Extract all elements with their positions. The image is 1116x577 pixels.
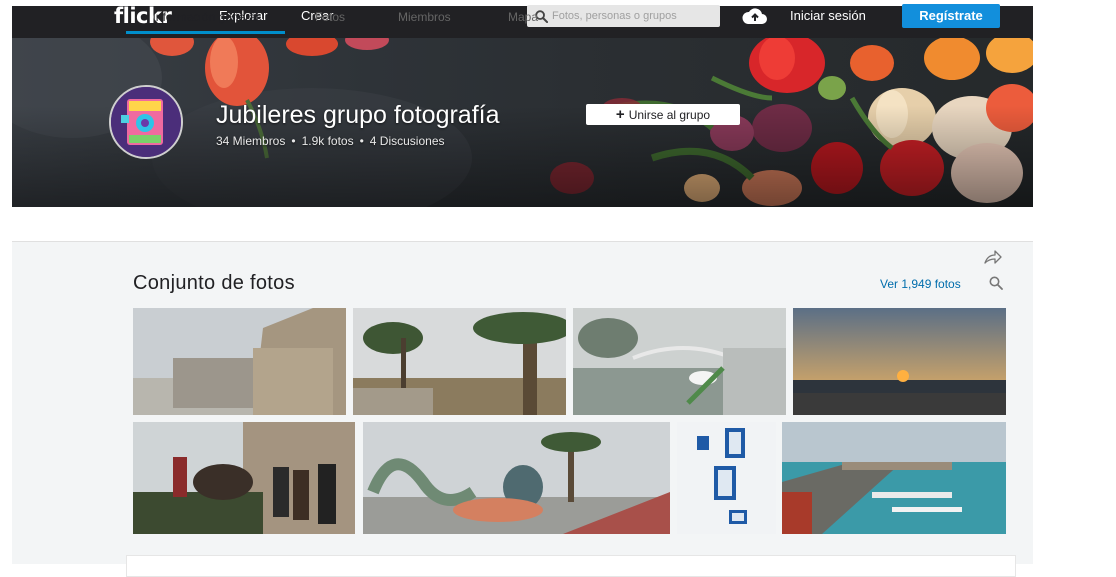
plus-icon: + (615, 106, 625, 123)
tab-overview[interactable]: Información general (126, 0, 285, 34)
upload-cloud-icon[interactable] (742, 7, 768, 25)
photo-thumbnail[interactable] (133, 422, 355, 534)
discussions-count[interactable]: 4 Discusiones (370, 134, 445, 148)
search-placeholder: Fotos, personas o grupos (552, 10, 677, 22)
photo-thumbnail[interactable] (363, 422, 670, 534)
register-button[interactable]: Regístrate (902, 4, 1000, 28)
tab-photos[interactable]: Fotos (315, 0, 345, 34)
photo-thumbnail[interactable] (573, 308, 786, 415)
photo-thumbnail[interactable] (353, 308, 566, 415)
search-input[interactable]: Fotos, personas o grupos (527, 5, 720, 27)
photo-thumbnail[interactable] (782, 422, 1006, 534)
photo-thumbnail[interactable] (793, 308, 1006, 415)
members-count[interactable]: 34 Miembros (216, 134, 285, 148)
photo-thumbnail[interactable] (133, 308, 346, 415)
stats-separator: • (359, 134, 364, 148)
search-icon[interactable] (989, 276, 1003, 290)
share-icon[interactable] (984, 249, 1002, 265)
tab-members[interactable]: Miembros (398, 0, 451, 34)
group-avatar (109, 85, 183, 159)
group-subnav (12, 207, 1033, 242)
group-stats: 34 Miembros • 1.9k fotos • 4 Discusiones (216, 134, 445, 148)
group-title: Jubileres grupo fotografía (216, 101, 500, 129)
about-card (126, 555, 1016, 577)
signin-link[interactable]: Iniciar sesión (790, 0, 866, 32)
photo-thumbnail[interactable] (677, 422, 776, 534)
join-group-label: Unirse al grupo (628, 108, 711, 122)
view-all-photos-link[interactable]: Ver 1,949 fotos (880, 277, 961, 291)
join-group-button[interactable]: + Unirse al grupo (586, 104, 740, 125)
tab-map[interactable]: Mapa (508, 0, 538, 34)
stats-separator: • (291, 134, 296, 148)
photos-count[interactable]: 1.9k fotos (302, 134, 354, 148)
photoset-title: Conjunto de fotos (133, 272, 295, 294)
